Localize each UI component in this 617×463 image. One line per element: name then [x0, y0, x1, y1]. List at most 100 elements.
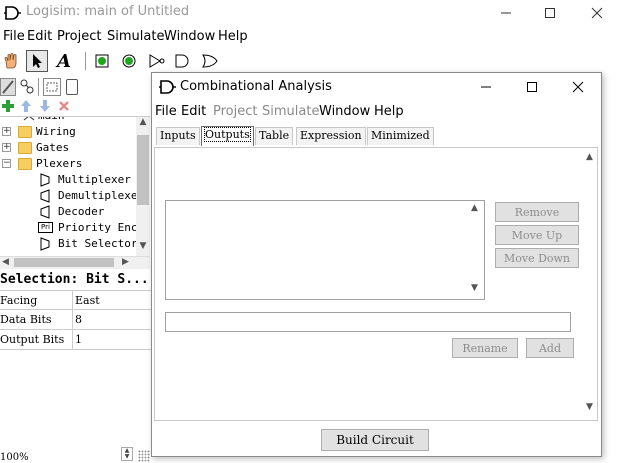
expand-icon[interactable]: + [2, 127, 11, 136]
menu-window[interactable]: Window [164, 29, 215, 44]
build-circuit-button[interactable]: Build Circuit [321, 429, 429, 451]
attribute-value[interactable]: East [75, 294, 100, 307]
tree-item-decoder[interactable]: Decoder [0, 204, 136, 220]
tree-label: Plexers [36, 157, 83, 170]
tree-label: main [38, 117, 65, 122]
tab-expression[interactable]: Expression [296, 127, 366, 145]
dialog-maximize-button[interactable] [510, 73, 554, 101]
output-name-field[interactable] [165, 312, 571, 332]
close-button[interactable] [575, 0, 617, 26]
menu-project[interactable]: Project [57, 29, 101, 44]
attribute-row[interactable]: Output Bits 1 [0, 330, 152, 350]
move-up-arrow-icon[interactable] [20, 99, 32, 117]
select-tool-arrow-icon[interactable] [26, 50, 48, 72]
attribute-row[interactable]: Facing East [0, 290, 152, 311]
selection-title: Selection: Bit S... [0, 272, 149, 287]
layout-view-icon[interactable] [43, 78, 61, 96]
tree-label: Gates [36, 141, 70, 154]
component-tree[interactable]: main + Wiring + Gates − Plexers Multiple… [0, 116, 150, 256]
list-scroll-up-arrow-icon[interactable]: ▲ [467, 203, 482, 217]
add-output-pin-icon[interactable] [118, 50, 140, 72]
minimize-button[interactable] [484, 0, 528, 26]
tab-outputs[interactable]: Outputs [201, 126, 254, 146]
scroll-down-arrow-icon[interactable]: ▼ [137, 241, 149, 255]
or-gate-icon[interactable] [199, 50, 221, 72]
attribute-table: Facing East Data Bits 8 Output Bits 1 [0, 290, 152, 350]
rename-button-label: Rename [462, 341, 508, 355]
add-input-pin-icon[interactable] [91, 50, 113, 72]
scroll-up-arrow-icon[interactable]: ▲ [137, 117, 149, 131]
dialog-menu-project[interactable]: Project [213, 104, 257, 119]
zoom-spinner[interactable]: ▲ ▼ [121, 447, 133, 461]
delete-circuit-icon[interactable] [58, 99, 70, 117]
dialog-menu-window[interactable]: Window [319, 104, 370, 119]
add-circuit-icon[interactable] [1, 99, 15, 117]
poke-tool-hand-icon[interactable] [0, 50, 22, 72]
tree-folder-wiring[interactable]: + Wiring [0, 124, 136, 140]
tree-folder-gates[interactable]: + Gates [0, 140, 136, 156]
dialog-menu-edit[interactable]: Edit [181, 104, 206, 119]
tree-label: Multiplexer [58, 173, 131, 186]
text-tool-icon[interactable]: A [53, 50, 75, 72]
tree-folder-plexers[interactable]: − Plexers [0, 156, 136, 172]
menu-help[interactable]: Help [218, 29, 248, 44]
tab-label: Expression [300, 129, 362, 142]
dialog-title: Combinational Analysis [180, 79, 332, 94]
tree-hscroll-thumb[interactable] [14, 258, 114, 267]
add-button[interactable]: Add [526, 338, 574, 358]
menu-edit[interactable]: Edit [27, 29, 52, 44]
not-gate-icon[interactable] [146, 50, 168, 72]
output-list[interactable]: ▲ ▼ [165, 200, 485, 300]
resize-grip-icon [138, 450, 150, 462]
tab-label: Inputs [160, 129, 196, 142]
panel-scroll-down-arrow-icon[interactable]: ▼ [582, 402, 597, 416]
attribute-row[interactable]: Data Bits 8 [0, 310, 152, 330]
dialog-menu-help[interactable]: Help [374, 104, 404, 119]
multiplexer-icon [40, 173, 50, 187]
and-gate-icon[interactable] [172, 50, 194, 72]
folder-icon [18, 158, 32, 170]
appearance-view-icon[interactable] [66, 79, 78, 95]
tab-table[interactable]: Table [255, 127, 294, 145]
rename-button[interactable]: Rename [452, 338, 518, 358]
move-down-arrow-icon[interactable] [39, 99, 51, 117]
tab-minimized[interactable]: Minimized [367, 127, 434, 145]
dialog-menu-simulate[interactable]: Simulate [262, 104, 319, 119]
folder-icon [18, 142, 32, 154]
tree-item-demultiplexer[interactable]: Demultiplexer [0, 188, 144, 204]
move-down-button[interactable]: Move Down [495, 248, 579, 268]
tab-label: Minimized [371, 129, 430, 142]
toolbar-separator [85, 52, 86, 70]
tree-item-priority-encoder[interactable]: Pri Priority Encoder [0, 220, 150, 236]
dialog-close-button[interactable] [556, 73, 600, 101]
simulation-tree-icon[interactable] [19, 78, 35, 96]
move-down-button-label: Move Down [503, 251, 571, 265]
menu-file[interactable]: File [3, 29, 25, 44]
list-scroll-down-arrow-icon[interactable]: ▼ [467, 283, 482, 297]
tree-item-bit-selector[interactable]: Bit Selector [0, 236, 137, 252]
attribute-key: Facing [0, 294, 38, 307]
panel-scroll-up-arrow-icon[interactable]: ▲ [582, 152, 597, 166]
tab-inputs[interactable]: Inputs [156, 127, 200, 145]
scroll-right-arrow-icon[interactable]: ▶ [122, 257, 129, 267]
menu-simulate[interactable]: Simulate [107, 29, 164, 44]
remove-button[interactable]: Remove [495, 202, 579, 222]
scroll-left-arrow-icon[interactable]: ◀ [2, 257, 9, 267]
attribute-key: Data Bits [0, 313, 52, 326]
toolbox-view-icon[interactable] [0, 78, 16, 96]
attribute-divider [72, 330, 73, 350]
tree-scroll-thumb[interactable] [137, 135, 149, 205]
move-up-button[interactable]: Move Up [495, 225, 579, 245]
attribute-value[interactable]: 8 [75, 313, 82, 326]
expand-icon[interactable]: + [2, 143, 11, 152]
dialog-minimize-button[interactable] [464, 73, 508, 101]
maximize-button[interactable] [528, 0, 572, 26]
bit-selector-icon [40, 237, 50, 251]
tree-item-main[interactable]: main [0, 117, 136, 124]
attribute-value[interactable]: 1 [75, 333, 82, 346]
collapse-icon[interactable]: − [2, 159, 11, 168]
tree-item-multiplexer[interactable]: Multiplexer [0, 172, 136, 188]
dialog-menu-file[interactable]: File [155, 104, 177, 119]
panel-vertical-scrollbar[interactable]: ▲ ▼ [582, 148, 597, 420]
tree-label: Wiring [36, 125, 76, 138]
